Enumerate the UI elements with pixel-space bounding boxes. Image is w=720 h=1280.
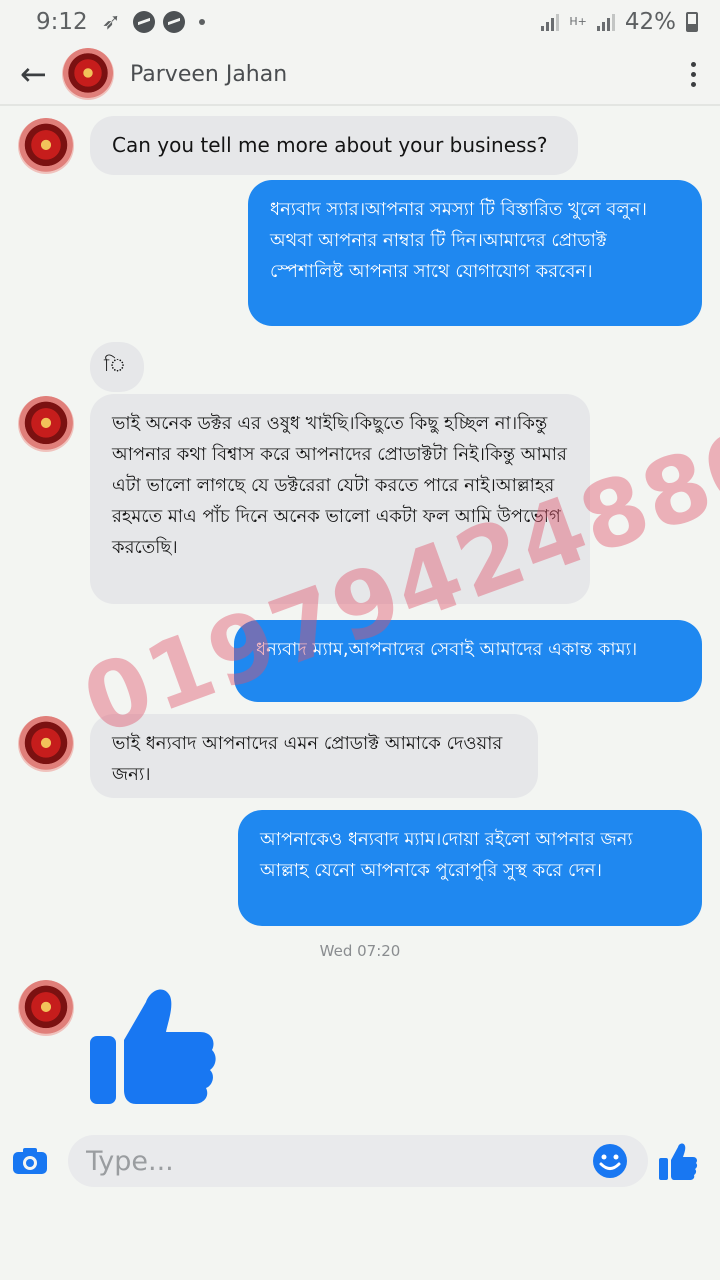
message-composer bbox=[0, 1126, 720, 1196]
status-bar: 9:12 ➶ H+ 42% bbox=[0, 0, 720, 44]
messenger-notification-icon bbox=[132, 11, 155, 33]
camera-icon[interactable] bbox=[12, 1147, 48, 1175]
outgoing-message[interactable]: আপনাকেও ধন্যবাদ ম্যাম।দোয়া রইলো আপনার জ… bbox=[238, 810, 702, 926]
more-notifications-icon bbox=[198, 19, 205, 25]
outgoing-message[interactable]: ধন্যবাদ স্যার।আপনার সমস্যা টি বিস্তারিত … bbox=[248, 180, 702, 326]
sender-avatar[interactable] bbox=[18, 118, 74, 174]
battery-percent: 42% bbox=[624, 9, 676, 35]
status-time: 9:12 bbox=[36, 9, 88, 35]
sender-avatar[interactable] bbox=[18, 396, 74, 452]
outgoing-message[interactable]: ধন্যবাদ ম্যাম,আপনাদের সেবাই আমাদের একান্… bbox=[234, 620, 702, 702]
battery-icon bbox=[686, 12, 698, 32]
contact-avatar[interactable] bbox=[62, 48, 114, 100]
thumbs-up-icon[interactable] bbox=[658, 1141, 698, 1181]
signal-icon bbox=[596, 13, 615, 31]
contact-name[interactable]: Parveen Jahan bbox=[130, 62, 287, 87]
emoji-icon[interactable] bbox=[592, 1143, 628, 1179]
incoming-message[interactable]: Can you tell me more about your business… bbox=[90, 116, 578, 175]
more-vertical-icon[interactable] bbox=[691, 61, 696, 87]
message-input[interactable] bbox=[86, 1145, 586, 1177]
message-input-container[interactable] bbox=[68, 1135, 648, 1187]
incoming-message[interactable]: ভাই অনেক ডক্টর এর ওষুধ খাইছি।কিছুতে কিছু… bbox=[90, 394, 590, 604]
network-type: H+ bbox=[569, 15, 587, 28]
signal-icon bbox=[541, 13, 560, 31]
conversation-header: ← Parveen Jahan bbox=[0, 44, 720, 106]
message-list[interactable]: Can you tell me more about your business… bbox=[0, 106, 720, 1126]
incoming-message[interactable]: ি bbox=[90, 342, 144, 392]
thumbs-up-icon[interactable] bbox=[88, 982, 218, 1106]
incoming-message[interactable]: ভাই ধন্যবাদ আপনাদের এমন প্রোডাক্ট আমাকে … bbox=[90, 714, 538, 798]
sender-avatar[interactable] bbox=[18, 716, 74, 772]
message-timestamp: Wed 07:20 bbox=[319, 942, 401, 960]
messenger-notification-icon bbox=[162, 11, 185, 33]
navigation-icon: ➶ bbox=[101, 9, 121, 35]
sender-avatar[interactable] bbox=[18, 980, 74, 1036]
arrow-left-icon[interactable]: ← bbox=[20, 58, 50, 90]
